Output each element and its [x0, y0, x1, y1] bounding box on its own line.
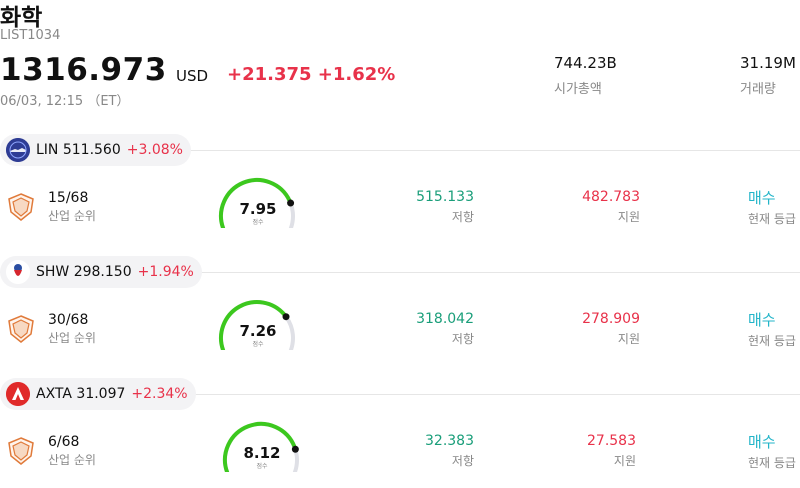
industry-rank: 15/68: [48, 190, 89, 206]
score-label: 점수: [252, 341, 264, 348]
score-label: 점수: [252, 219, 264, 226]
volume-value: 31.19M: [740, 54, 796, 72]
axta-logo-icon: [6, 382, 30, 406]
ticker-code: LIST1034: [0, 28, 61, 43]
score-value: 7.95: [239, 200, 277, 218]
resistance-value: 32.383: [425, 433, 474, 449]
stock-pill-axta[interactable]: AXTA 31.097 +2.34%: [0, 378, 196, 410]
stock-pill-lin[interactable]: LIN 511.560 +3.08%: [0, 134, 191, 166]
lin-logo-icon: [6, 138, 30, 162]
stock-change-pct: +1.94%: [137, 264, 194, 280]
rating-label: 현재 등급: [748, 212, 796, 226]
stock-header-lin: LIN 511.560 +3.08%: [0, 134, 800, 166]
stock-symbol-price: SHW 298.150: [36, 264, 132, 280]
industry-rank-label: 산업 순위: [48, 331, 96, 345]
industry-rank-label: 산업 순위: [48, 209, 96, 223]
support-label: 지원: [613, 454, 636, 468]
rating-signal[interactable]: 매수: [748, 187, 776, 208]
market-cap-value: 744.23B: [554, 54, 617, 72]
rank-shield-icon: [6, 192, 36, 222]
resistance-value: 515.133: [416, 189, 474, 205]
rating-label: 현재 등급: [748, 334, 796, 348]
stock-change-pct: +3.08%: [126, 142, 183, 158]
market-cap-label: 시가총액: [554, 82, 602, 97]
score-label: 점수: [256, 463, 268, 470]
shw-logo-icon: [6, 260, 30, 284]
currency-label: USD: [176, 67, 209, 85]
support-label: 지원: [617, 210, 640, 224]
resistance-label: 저항: [451, 210, 474, 224]
support-value: 278.909: [582, 311, 640, 327]
rank-shield-icon: [6, 436, 36, 466]
rating-signal[interactable]: 매수: [748, 431, 776, 452]
score-value: 7.26: [239, 322, 277, 340]
stock-change-pct: +2.34%: [131, 386, 188, 402]
rating-signal[interactable]: 매수: [748, 309, 776, 330]
volume-label: 거래량: [740, 82, 776, 97]
index-price: 1316.973: [0, 52, 167, 88]
industry-rank-label: 산업 순위: [48, 453, 96, 467]
industry-rank: 30/68: [48, 312, 89, 328]
stock-pill-shw[interactable]: SHW 298.150 +1.94%: [0, 256, 202, 288]
stock-symbol-price: LIN 511.560: [36, 142, 121, 158]
support-label: 지원: [617, 332, 640, 346]
resistance-label: 저항: [451, 454, 474, 468]
price-change: +21.375 +1.62%: [227, 64, 396, 85]
timestamp: 06/03, 12:15 （ET）: [0, 94, 130, 109]
stock-header-axta: AXTA 31.097 +2.34%: [0, 378, 800, 410]
rank-shield-icon: [6, 314, 36, 344]
industry-rank: 6/68: [48, 434, 80, 450]
support-value: 482.783: [582, 189, 640, 205]
resistance-label: 저항: [451, 332, 474, 346]
stock-header-shw: SHW 298.150 +1.94%: [0, 256, 800, 288]
score-value: 8.12: [243, 444, 281, 462]
stock-symbol-price: AXTA 31.097: [36, 386, 126, 402]
resistance-value: 318.042: [416, 311, 474, 327]
rating-label: 현재 등급: [748, 456, 796, 470]
support-value: 27.583: [587, 433, 636, 449]
